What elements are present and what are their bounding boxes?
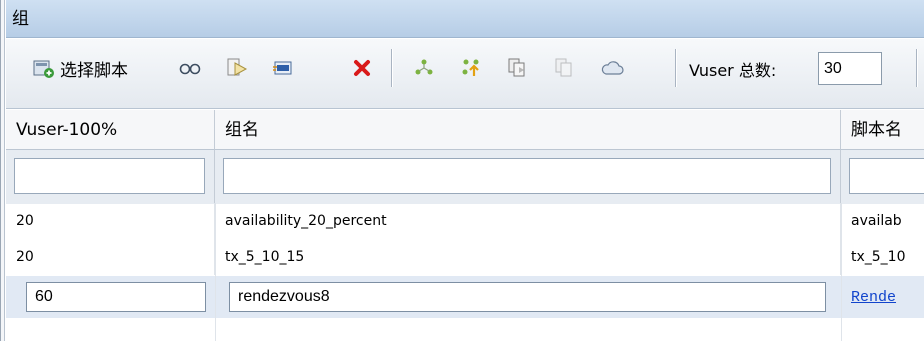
generator-icon [272,59,294,77]
table-row-script[interactable]: availab [841,203,924,239]
assign-icon [413,57,435,79]
vuser-total-label: Vuser 总数: [689,61,777,80]
generator-button[interactable] [270,53,296,83]
toolbar-separator [675,49,677,87]
filter-cell [6,150,215,204]
run-button[interactable] [224,53,250,83]
copy-button[interactable] [504,53,530,83]
filter-cell [841,150,924,204]
column-divider [841,203,842,341]
script-link[interactable]: Rende [851,289,896,306]
panel-title: 组 [6,0,924,38]
column-divider [215,203,216,341]
table-row-group[interactable]: availability_20_percent [215,203,841,239]
edit-percent-input[interactable] [26,282,206,312]
delete-icon [352,58,372,78]
column-header-script-name[interactable]: 脚本名 [841,110,924,150]
details-icon [179,61,201,75]
table-row-script[interactable]: tx_5_10 [841,239,924,275]
filter-group-name-input[interactable] [223,158,831,194]
select-script-icon [32,57,56,79]
delete-button[interactable] [349,53,375,83]
filter-vuser-percent-input[interactable] [14,158,205,194]
cloud-icon [600,60,624,76]
select-script-button[interactable]: 选择脚本 [32,53,128,83]
table-row-percent[interactable]: 20 [6,203,215,239]
vuser-total-input[interactable] [818,52,882,85]
add-load-icon [459,56,483,80]
toolbar: 选择脚本 Vuser 总数: 30 [6,39,924,109]
toolbar-separator [916,49,918,87]
column-header-vuser-percent[interactable]: Vuser-100% [6,110,215,150]
script-link-cell: Rende [841,279,924,315]
edit-group-name-input[interactable] [229,282,826,312]
select-script-label: 选择脚本 [60,60,128,81]
panel-title-text: 组 [12,9,29,29]
copy-icon [506,57,528,79]
details-button[interactable] [177,53,203,83]
table-row-group[interactable]: tx_5_10_15 [215,239,841,275]
paste-button[interactable] [551,53,577,83]
assign-button[interactable] [411,53,437,83]
add-load-button[interactable] [458,53,484,83]
paste-icon [553,57,575,79]
cloud-button[interactable] [599,53,625,83]
filter-cell [215,150,841,204]
filter-script-name-input[interactable] [849,158,924,194]
run-icon [225,57,249,79]
toolbar-separator [391,49,393,87]
column-header-group-name[interactable]: 组名 [215,110,841,150]
table-row-percent[interactable]: 20 [6,239,215,275]
